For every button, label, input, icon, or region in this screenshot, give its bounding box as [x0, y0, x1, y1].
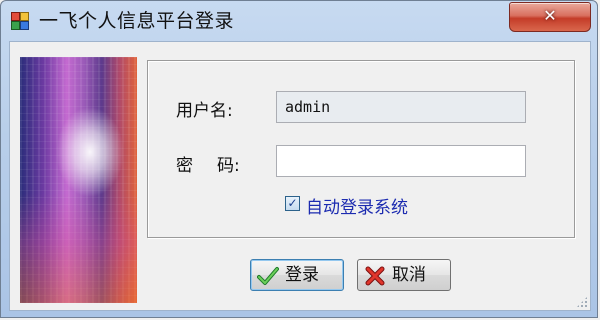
close-icon: ✕ [543, 6, 557, 25]
cancel-button-label: 取消 [392, 265, 426, 285]
client-area: 用户名: admin 密 码: ✓ 自动登录系统 登录 取消 [9, 41, 591, 311]
auto-login-label[interactable]: 自动登录系统 [306, 193, 408, 218]
login-button[interactable]: 登录 [250, 259, 344, 291]
password-label-part1: 密 [176, 156, 193, 176]
resize-grip-icon[interactable] [576, 296, 588, 308]
app-icon [11, 12, 29, 30]
cancel-button[interactable]: 取消 [357, 259, 451, 291]
password-input[interactable] [276, 145, 526, 177]
auto-login-checkbox[interactable]: ✓ [285, 196, 300, 211]
password-label-part2: 码: [217, 156, 240, 176]
title-bar[interactable]: 一飞个人信息平台登录 ✕ [1, 1, 597, 41]
login-panel: 用户名: admin 密 码: ✓ 自动登录系统 [147, 60, 575, 238]
password-label: 密 码: [176, 151, 240, 176]
login-window: 一飞个人信息平台登录 ✕ 用户名: admin 密 码: ✓ 自动登录系统 登录 [0, 0, 598, 318]
login-button-label: 登录 [285, 265, 319, 285]
window-title: 一飞个人信息平台登录 [39, 10, 235, 32]
close-button[interactable]: ✕ [509, 2, 591, 32]
username-label: 用户名: [176, 101, 233, 121]
username-input[interactable]: admin [276, 91, 526, 123]
check-icon: ✓ [287, 196, 298, 210]
checkmark-icon [257, 267, 279, 285]
decorative-banner-image [20, 57, 137, 303]
cancel-x-icon [365, 266, 385, 286]
